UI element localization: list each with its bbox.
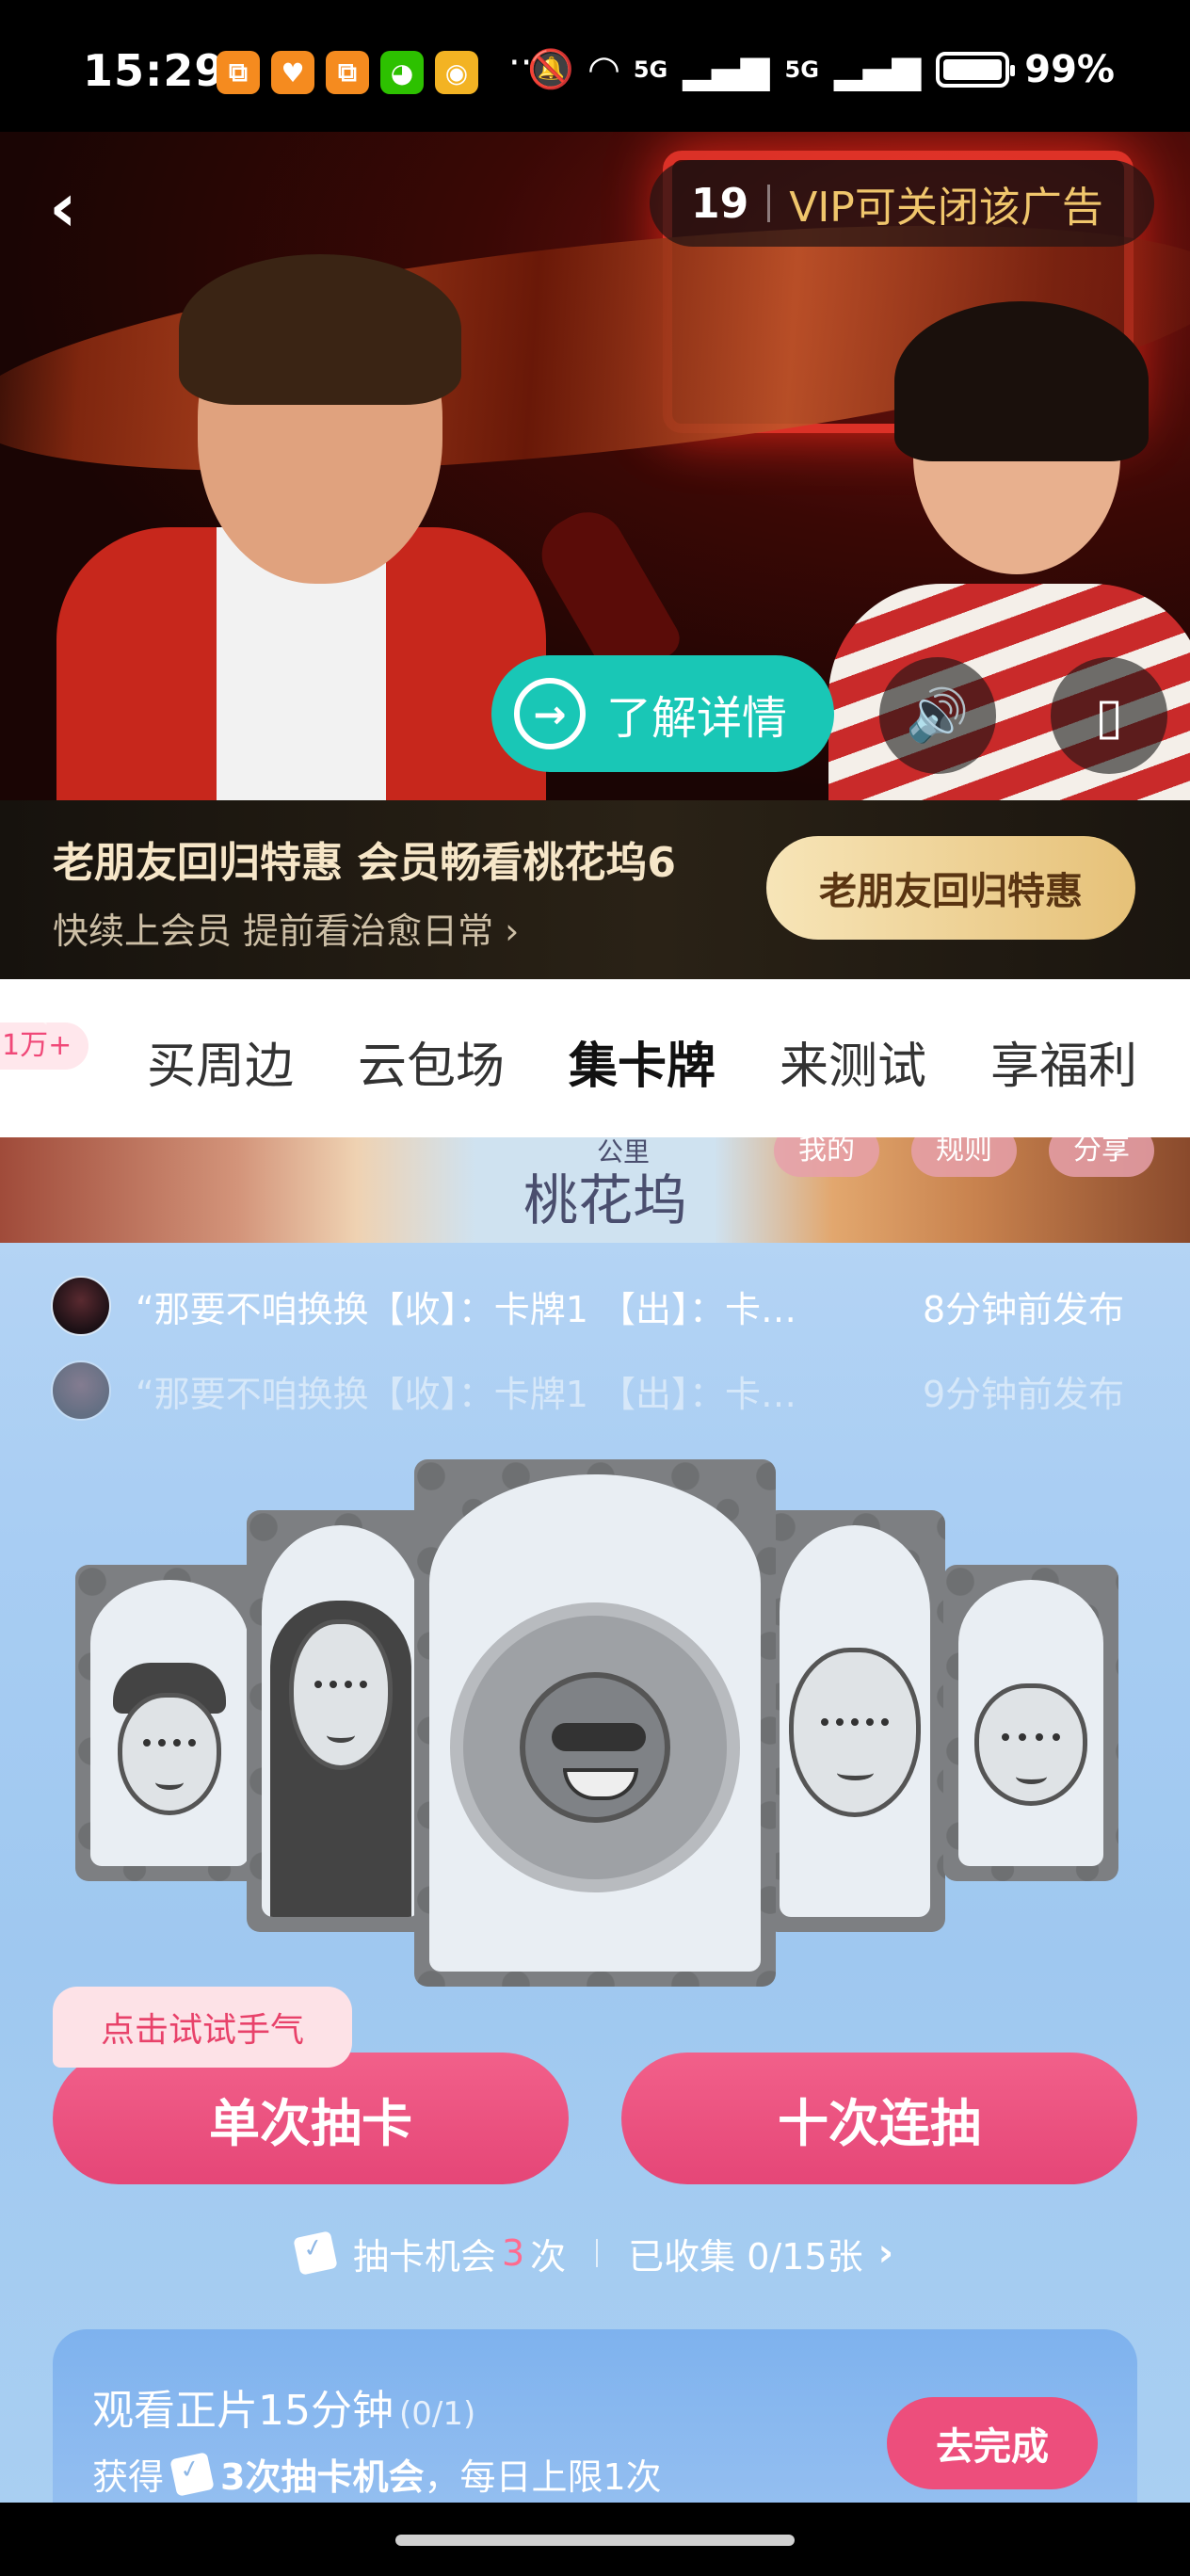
chance-unit: 次 <box>530 2235 567 2278</box>
wifi-icon: ◠ <box>589 47 619 91</box>
promo-button[interactable]: 老朋友回归特惠 <box>766 836 1135 940</box>
ticket-icon <box>293 2230 338 2276</box>
vip-close-label: VIP可关闭该广告 <box>789 184 1103 232</box>
tiktok-lite-icon: ⧉ <box>217 51 260 94</box>
signal-icon-2: 5G <box>784 56 819 83</box>
chance-label: 抽卡机会 <box>352 2235 496 2278</box>
card-slot-4[interactable] <box>764 1510 945 1932</box>
task-desc-suffix: ，每日上限1次 <box>424 2456 662 2498</box>
feed-message: “那要不咱换换【收】：卡牌1 【出】：卡… <box>136 1288 796 1330</box>
task-progress: (0/1) <box>399 2395 476 2433</box>
tiktok-lite-icon: ⧉ <box>326 51 369 94</box>
card-slot-1[interactable] <box>75 1565 264 1881</box>
avatar <box>51 1360 111 1421</box>
ten-draw-button[interactable]: 十次连抽 <box>621 2053 1137 2184</box>
task-title-text: 观看正片15分钟 <box>92 2387 394 2435</box>
feed-item[interactable]: “那要不咱换换【收】：卡牌1 【出】：卡… 8分钟前发布 <box>51 1273 1124 1339</box>
chevron-right-icon[interactable]: › <box>878 2231 893 2275</box>
ticket-icon <box>169 2451 215 2497</box>
tab-buy-merch[interactable]: 买周边 <box>147 1026 294 1097</box>
heart-app-icon: ♥ <box>271 51 314 94</box>
mute-icon: 🔕 <box>527 48 575 91</box>
signal-icon: 5G <box>633 56 668 83</box>
system-icons: 🔕 ◠ 5G ▂▄▆ 5G ▂▄▆ 99% <box>527 47 1115 92</box>
task-reward: 3次抽卡机会 <box>220 2456 425 2498</box>
tab-bar: 1万+ 买周边 云包场 集卡牌 来测试 享福利 <box>0 979 1190 1137</box>
banner-title: 桃花坞 <box>523 1168 688 1232</box>
promo-subtitle-link[interactable]: 快续上会员 提前看治愈日常 › <box>53 902 519 954</box>
rotate-screen-icon[interactable]: ▯ <box>1051 657 1167 774</box>
tab-collect-cards[interactable]: 集卡牌 <box>569 1026 716 1097</box>
signal-bars-icon: ▂▄▆ <box>683 47 770 91</box>
notification-icons: ⧉ ♥ ⧉ ◕ ◉ <box>217 51 478 94</box>
feed-time: 9分钟前发布 <box>923 1373 1125 1415</box>
weibo-icon: ◉ <box>435 51 478 94</box>
tab-cloud-screening[interactable]: 云包场 <box>358 1026 505 1097</box>
rules-button[interactable]: 规则 <box>911 1137 1017 1177</box>
home-gesture-handle[interactable] <box>395 2535 795 2546</box>
share-button[interactable]: 分享 <box>1049 1137 1154 1177</box>
vip-close-ad-button[interactable]: 19 VIP可关闭该广告 <box>650 160 1154 247</box>
single-draw-button[interactable]: 单次抽卡 <box>53 2053 569 2184</box>
feed-message: “那要不咱换换【收】：卡牌1 【出】：卡… <box>136 1373 796 1415</box>
battery-icon <box>936 51 1016 88</box>
go-complete-button[interactable]: 去完成 <box>887 2397 1098 2489</box>
enter-arrow-icon: → <box>514 678 586 749</box>
learn-more-button[interactable]: → 了解详情 <box>491 655 834 772</box>
ad-video-player[interactable]: ‹ 19 VIP可关闭该广告 → 了解详情 🔊 ▯ <box>0 132 1190 800</box>
status-bar: 15:29 ⧉ ♥ ⧉ ◕ ◉ ··· 🔕 ◠ 5G ▂▄▆ 5G ▂▄▆ 99… <box>0 0 1190 132</box>
try-luck-tooltip: 点击试试手气 <box>53 1987 352 2068</box>
task-title: 观看正片15分钟 (0/1) <box>92 2376 475 2437</box>
carousel-next-icon[interactable]: › <box>1124 960 1155 1048</box>
back-icon[interactable]: ‹ <box>49 169 105 245</box>
collected-link[interactable]: 已收集 0/15张 <box>628 2228 862 2279</box>
task-desc-prefix: 获得 <box>92 2456 165 2498</box>
feed-time: 8分钟前发布 <box>923 1288 1125 1330</box>
chance-count: 3 <box>501 2232 525 2274</box>
sound-icon[interactable]: 🔊 <box>879 657 996 774</box>
card-slot-3-featured[interactable] <box>414 1459 776 1987</box>
task-description: 获得 3次抽卡机会 ，每日上限1次 <box>92 2448 662 2500</box>
feed-item[interactable]: “那要不咱换换【收】：卡牌1 【出】：卡… 9分钟前发布 <box>51 1358 1124 1424</box>
clock: 15:29 <box>83 45 226 96</box>
promo-title: 老朋友回归特惠 会员畅看桃花坞6 <box>53 839 676 887</box>
event-banner: 公里 桃花坞 我的 规则 分享 <box>0 1137 1190 1243</box>
avatar <box>51 1276 111 1336</box>
tab-benefits[interactable]: 享福利 <box>990 1026 1137 1097</box>
actor-left <box>56 245 546 800</box>
system-nav-bar <box>0 2503 1190 2576</box>
card-slot-5[interactable] <box>943 1565 1118 1881</box>
flower-mascot-icon <box>463 1616 727 1879</box>
divider <box>596 2239 599 2267</box>
tab-quiz[interactable]: 来测试 <box>780 1026 926 1097</box>
wechat-icon: ◕ <box>380 51 424 94</box>
carousel-prev-icon[interactable]: ‹ <box>23 960 54 1048</box>
ad-countdown: 19 <box>691 179 749 228</box>
learn-more-label: 了解详情 <box>606 692 788 745</box>
vip-promo-bar[interactable]: 老朋友回归特惠 会员畅看桃花坞6 快续上会员 提前看治愈日常 › 老朋友回归特惠 <box>0 800 1190 979</box>
battery-percent: 99% <box>1024 47 1115 91</box>
card-slot-2[interactable] <box>247 1510 435 1932</box>
my-cards-button[interactable]: 我的 <box>774 1137 879 1177</box>
divider <box>767 185 771 222</box>
signal-bars-icon-2: ▂▄▆ <box>833 47 922 91</box>
draw-chance-row: 抽卡机会 3 次 已收集 0/15张 › <box>0 2220 1190 2286</box>
